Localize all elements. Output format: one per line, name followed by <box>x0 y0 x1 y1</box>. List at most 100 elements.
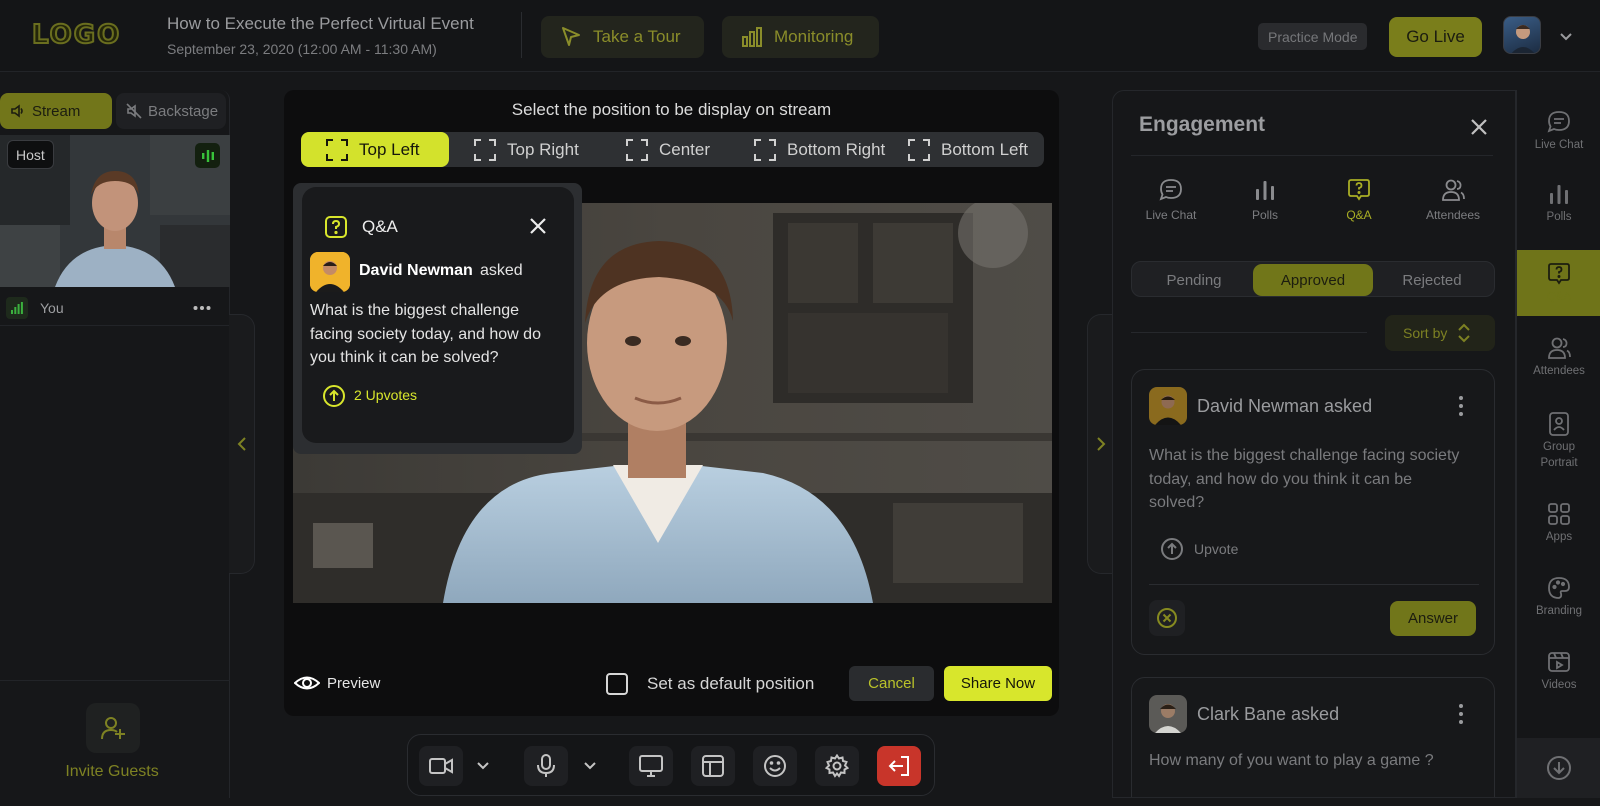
tab-label: Attendees <box>1425 208 1481 222</box>
layout-icon <box>702 755 724 777</box>
rail-item-polls[interactable]: Polls <box>1517 182 1600 226</box>
cancel-button[interactable]: Cancel <box>849 666 934 701</box>
position-bottom-left[interactable]: Bottom Left <box>883 132 1043 167</box>
tab-stream[interactable]: Stream <box>0 93 112 129</box>
layout-button[interactable] <box>691 746 735 786</box>
pointer-icon <box>559 25 583 49</box>
tab-attendees[interactable]: Attendees <box>1413 178 1493 222</box>
monitoring-button[interactable]: Monitoring <box>722 16 879 58</box>
rail-label: Apps <box>1545 531 1573 543</box>
tab-backstage[interactable]: Backstage <box>116 93 226 129</box>
status-filter: Pending Approved Rejected <box>1131 261 1495 297</box>
status-approved[interactable]: Approved <box>1253 264 1373 296</box>
rail-item-qa[interactable]: Q&A <box>1517 250 1600 316</box>
divider <box>1149 584 1479 585</box>
position-bottom-right[interactable]: Bottom Right <box>729 132 887 167</box>
bar-chart-icon <box>1253 178 1277 202</box>
divider <box>1131 332 1367 333</box>
users-icon <box>1441 178 1465 202</box>
rail-item-apps[interactable]: Apps <box>1517 502 1600 546</box>
rail-item-videos[interactable]: Videos <box>1517 650 1600 694</box>
close-icon[interactable] <box>1469 117 1489 137</box>
monitor-icon <box>639 755 663 777</box>
qa-icon <box>1547 262 1571 286</box>
share-now-button[interactable]: Share Now <box>944 666 1052 701</box>
tab-backstage-label: Backstage <box>148 102 219 120</box>
reactions-button[interactable] <box>753 746 797 786</box>
chevron-right-icon <box>1095 436 1107 452</box>
microphone-button[interactable] <box>524 746 568 786</box>
stage-panel: Stream Backstage Host You Invite Guests <box>0 90 230 798</box>
question-card: David Newman asked What is the biggest c… <box>1131 369 1495 655</box>
rail-item-live-chat[interactable]: Live Chat <box>1517 110 1600 154</box>
video-icon <box>1547 650 1571 674</box>
upvote-label[interactable]: Upvote <box>1194 541 1238 557</box>
right-panel-handle[interactable] <box>1087 314 1113 574</box>
asker-avatar <box>1149 387 1187 425</box>
position-top-right[interactable]: Top Right <box>449 132 601 167</box>
frame-corners-icon <box>753 138 777 162</box>
position-center[interactable]: Center <box>601 132 729 167</box>
kebab-menu-icon[interactable] <box>1457 395 1465 417</box>
tab-qa[interactable]: Q&A <box>1319 178 1399 222</box>
chevron-left-icon <box>236 436 248 452</box>
default-position-checkbox[interactable] <box>606 673 628 695</box>
practice-mode-toggle[interactable]: Practice Mode <box>1258 23 1368 50</box>
media-controls <box>407 734 935 796</box>
tab-stream-label: Stream <box>32 102 81 120</box>
close-icon[interactable] <box>527 215 549 237</box>
question-text: What is the biggest challenge facing soc… <box>1149 447 1460 511</box>
tab-polls[interactable]: Polls <box>1225 178 1305 222</box>
signal-icon <box>6 296 28 319</box>
microphone-options-chevron-icon[interactable] <box>581 757 599 775</box>
circle-arrow-down-icon <box>1546 755 1572 781</box>
chevron-down-icon[interactable] <box>1557 28 1575 46</box>
qa-icon <box>1347 178 1371 202</box>
modal-footer: Preview Set as default position Cancel S… <box>284 666 1059 702</box>
rail-label: Videos <box>1541 679 1577 691</box>
position-top-left[interactable]: Top Left <box>301 132 449 167</box>
qa-icon <box>324 215 348 239</box>
header-divider <box>521 12 522 58</box>
top-bar: LOGO How to Execute the Perfect Virtual … <box>0 0 1600 72</box>
camera-options-chevron-icon[interactable] <box>474 757 492 775</box>
more-options-icon[interactable] <box>192 298 212 318</box>
settings-button[interactable] <box>815 746 859 786</box>
answer-button[interactable]: Answer <box>1390 601 1476 636</box>
position-selector: Top Left Top Right Center Bottom Right B… <box>301 132 1044 167</box>
sort-by-dropdown[interactable]: Sort by <box>1385 315 1495 351</box>
asker-avatar <box>310 252 350 292</box>
leave-button[interactable] <box>877 746 921 786</box>
rail-label: Attendees <box>1533 365 1585 377</box>
palette-icon <box>1547 576 1571 600</box>
upvote-icon[interactable] <box>1160 537 1184 561</box>
camera-button[interactable] <box>419 746 463 786</box>
rail-item-attendees[interactable]: Attendees <box>1517 336 1600 380</box>
gear-icon <box>825 754 849 778</box>
sort-icon <box>1457 322 1471 344</box>
kebab-menu-icon[interactable] <box>1457 703 1465 725</box>
muted-speaker-icon <box>126 103 142 119</box>
rail-item-group-portrait[interactable]: Group Portrait <box>1517 412 1600 471</box>
sort-by-label: Sort by <box>1403 325 1448 341</box>
speaker-icon <box>10 103 26 119</box>
tab-label: Q&A <box>1346 208 1372 222</box>
go-live-button[interactable]: Go Live <box>1389 17 1482 57</box>
question-card: Clark Bane asked How many of you want to… <box>1131 677 1495 797</box>
qa-card-title: Q&A <box>362 217 398 236</box>
left-panel-handle[interactable] <box>229 314 255 574</box>
share-position-modal: Select the position to be display on str… <box>284 90 1059 716</box>
chat-bubble-icon <box>1159 178 1183 202</box>
user-avatar[interactable] <box>1503 16 1541 54</box>
chat-bubble-icon <box>1547 110 1571 134</box>
screen-share-button[interactable] <box>629 746 673 786</box>
scroll-down-button[interactable] <box>1517 738 1600 798</box>
invite-guests-button[interactable] <box>86 703 140 753</box>
rail-item-branding[interactable]: Branding <box>1517 576 1600 620</box>
tab-live-chat[interactable]: Live Chat <box>1131 178 1211 222</box>
take-tour-button[interactable]: Take a Tour <box>541 16 704 58</box>
preview-button[interactable]: Preview <box>327 675 380 692</box>
reject-button[interactable] <box>1149 600 1185 636</box>
status-pending[interactable]: Pending <box>1134 264 1254 296</box>
status-rejected[interactable]: Rejected <box>1372 264 1492 296</box>
